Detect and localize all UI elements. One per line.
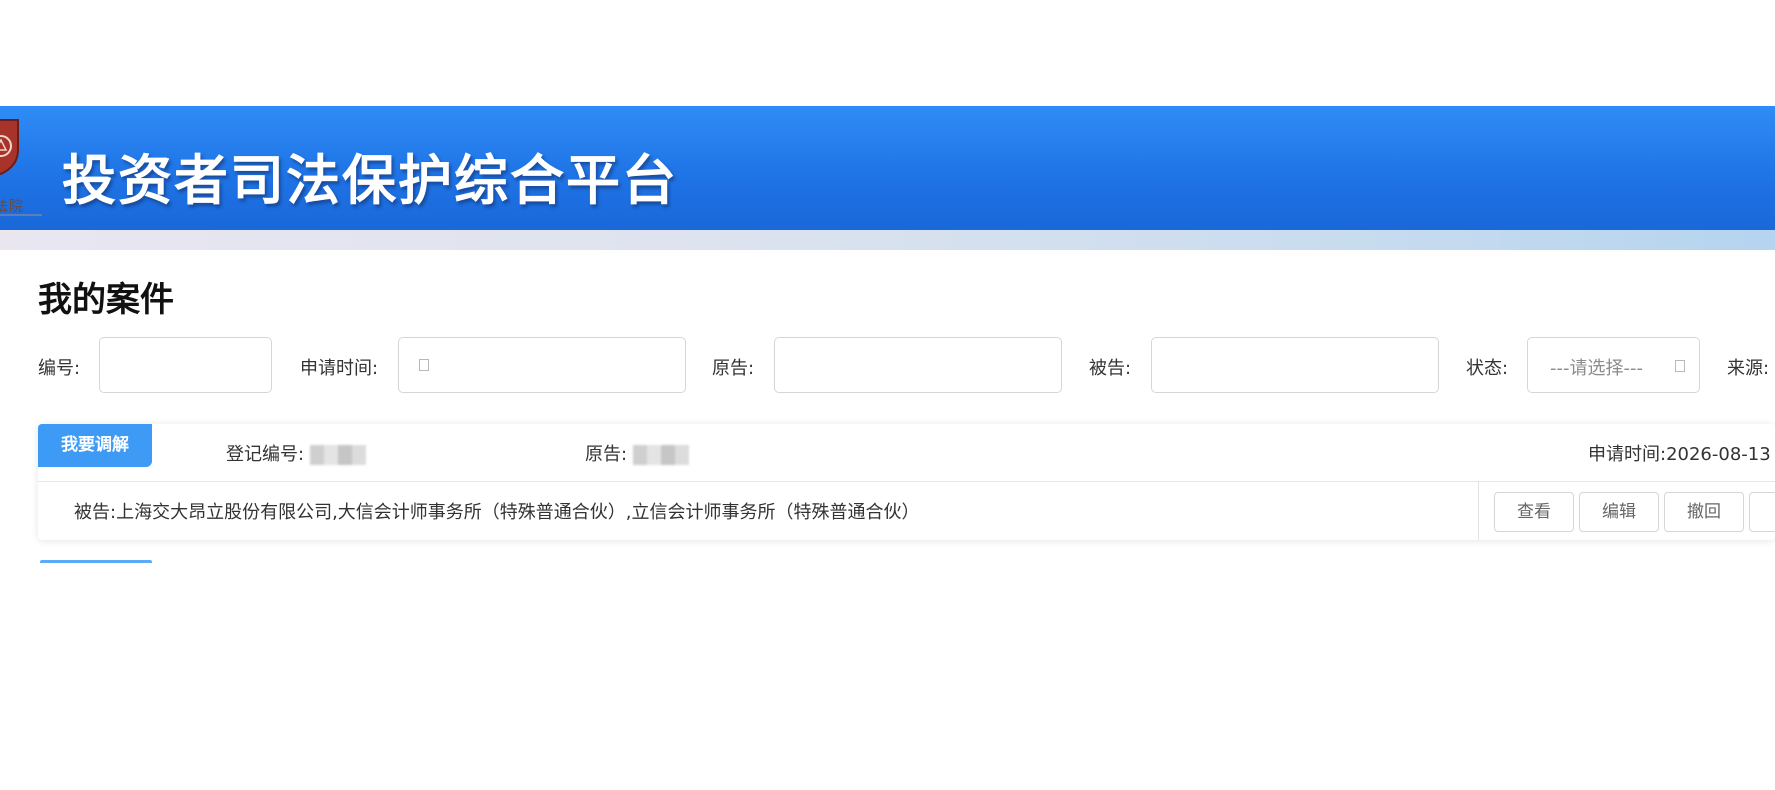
registration-number-label: 登记编号: [226, 444, 305, 465]
plaintiff-input[interactable] [774, 337, 1062, 393]
defendant-filter-label: 被告: [1089, 358, 1132, 379]
case-defendant-value: 上海交大昂立股份有限公司,大信会计师事务所（特殊普通合伙）,立信会计师事务所（特… [116, 502, 920, 523]
registration-number-redacted [310, 445, 367, 465]
more-action-button[interactable] [1749, 492, 1775, 532]
case-plaintiff-label: 原告: [585, 444, 628, 465]
next-case-card-edge [40, 560, 152, 563]
case-apply-time-value: 2026-08-13 [1666, 444, 1771, 465]
case-card-header: 我要调解 登记编号: 原告: 申请时间:2026-08-13 [38, 424, 1775, 482]
edit-button[interactable]: 编辑 [1579, 492, 1659, 532]
plaintiff-filter-label: 原告: [712, 358, 755, 379]
case-apply-time-field: 申请时间:2026-08-13 [1588, 440, 1771, 466]
calendar-icon [419, 359, 429, 371]
mediate-button[interactable]: 我要调解 [38, 424, 152, 467]
status-label: 状态: [1466, 358, 1509, 379]
actions-divider [1478, 482, 1479, 540]
case-apply-time-label: 申请时间: [1588, 444, 1667, 465]
chevron-down-icon [1675, 360, 1685, 372]
number-input[interactable] [99, 337, 272, 393]
emblem-underline [0, 214, 42, 216]
emblem-caption: 法院 [0, 199, 24, 215]
header-strip [0, 230, 1775, 250]
apply-time-input[interactable] [398, 337, 686, 393]
status-select-value: ---请选择--- [1550, 358, 1643, 379]
court-emblem-icon [0, 119, 19, 176]
defendant-input[interactable] [1151, 337, 1439, 393]
status-select[interactable]: ---请选择--- [1527, 337, 1700, 393]
apply-time-label: 申请时间: [300, 358, 379, 379]
case-card-body: 被告:上海交大昂立股份有限公司,大信会计师事务所（特殊普通合伙）,立信会计师事务… [38, 482, 1775, 540]
number-label: 编号: [38, 358, 81, 379]
registration-number-field: 登记编号: [226, 440, 367, 466]
main-panel: 我的案件 编号: 申请时间: 原告: 被告: 状态: ---请选择--- 来源:… [0, 250, 1775, 563]
site-header: 法院 投资者司法保护综合平台 [0, 106, 1775, 230]
case-defendant-label: 被告: [74, 502, 117, 523]
case-plaintiff-field: 原告: [585, 440, 690, 466]
case-card: 我要调解 登记编号: 原告: 申请时间:2026-08-13 被告:上海交大昂立… [38, 424, 1775, 540]
site-title: 投资者司法保护综合平台 [62, 149, 678, 212]
page-title: 我的案件 [38, 280, 174, 320]
view-button[interactable]: 查看 [1494, 492, 1574, 532]
case-defendant-field: 被告:上海交大昂立股份有限公司,大信会计师事务所（特殊普通合伙）,立信会计师事务… [74, 498, 920, 524]
source-label: 来源: [1727, 358, 1770, 379]
withdraw-button[interactable]: 撤回 [1664, 492, 1744, 532]
case-plaintiff-redacted [633, 445, 690, 465]
